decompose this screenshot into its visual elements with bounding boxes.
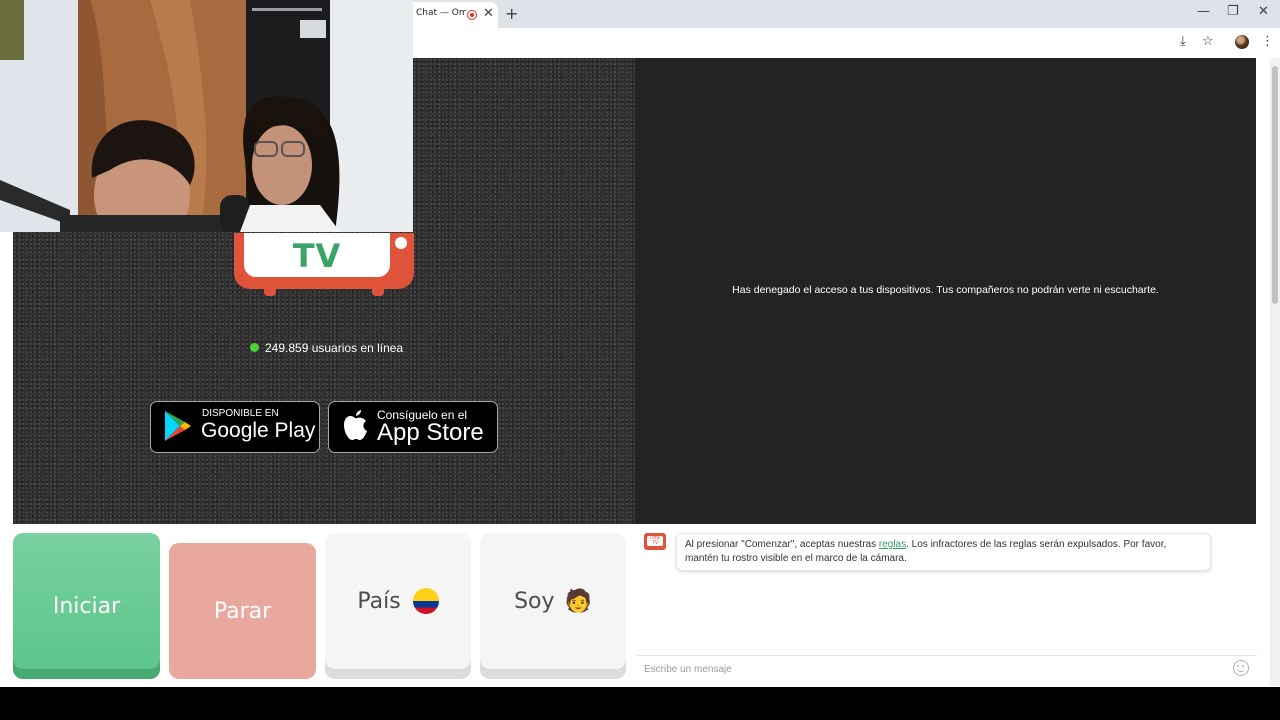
device-denied-message: Has denegado el acceso a tus dispositivo…	[732, 284, 1159, 296]
google-play-icon	[165, 411, 191, 441]
ometv-chat-logo-icon: Ome TV	[644, 533, 666, 550]
app-store-big-text: App Store	[377, 419, 484, 446]
camera-feed-image	[0, 0, 413, 232]
message-bar	[636, 655, 1257, 681]
colombia-flag-icon	[412, 588, 439, 614]
bookmark-star-icon[interactable]: ☆	[1202, 34, 1214, 49]
ometv-logo: TV	[234, 233, 414, 296]
chat-panel: Ome TV Al presionar "Comenzar", aceptas …	[636, 524, 1257, 686]
new-tab-button[interactable]: +	[505, 4, 518, 23]
scrollbar-thumb[interactable]	[1272, 66, 1278, 304]
browser-menu-icon[interactable]: ⋮	[1261, 34, 1274, 49]
tab-title: Chat — Ome	[416, 8, 466, 18]
apple-icon	[344, 410, 367, 440]
country-button[interactable]: País	[325, 533, 471, 669]
google-play-small-text: DISPONIBLE EN	[202, 408, 279, 419]
online-users-status: 249.859 usuarios en línea	[250, 341, 403, 355]
logo-knob	[395, 237, 407, 249]
gender-person-icon: 🧑	[564, 588, 592, 614]
profile-avatar[interactable]	[1235, 35, 1249, 49]
page-scrollbar[interactable]	[1270, 58, 1280, 686]
message-input[interactable]	[642, 660, 1226, 678]
emoji-icon[interactable]	[1233, 660, 1249, 676]
gender-label: Soy	[514, 588, 555, 614]
logo-leg	[264, 288, 276, 296]
rules-notice: Al presionar "Comenzar", aceptas nuestra…	[676, 533, 1211, 571]
stop-label: Parar	[213, 598, 272, 624]
logo-leg	[372, 288, 384, 296]
online-count: 249.859 usuarios en línea	[265, 341, 404, 355]
rules-link[interactable]: reglas	[879, 539, 906, 550]
self-camera-preview	[0, 0, 413, 232]
google-play-big-text: Google Play	[201, 419, 316, 442]
logo-screen: TV	[244, 233, 390, 277]
logo-text: TV	[292, 237, 342, 275]
google-play-button[interactable]: DISPONIBLE EN Google Play	[150, 401, 320, 453]
minimize-button[interactable]: —	[1197, 4, 1210, 19]
start-label: Iniciar	[52, 593, 121, 619]
app-store-button[interactable]: Consíguelo en el App Store	[328, 401, 498, 453]
install-app-icon[interactable]: ⤓	[1180, 34, 1186, 49]
stop-button[interactable]: Parar	[169, 543, 316, 679]
restore-button[interactable]: ❐	[1227, 4, 1239, 19]
country-label: País	[357, 588, 401, 614]
recording-icon	[467, 10, 477, 20]
tab-close-button[interactable]: ✕	[483, 6, 494, 21]
window-close-button[interactable]: ✕	[1258, 4, 1269, 19]
notice-text-before: Al presionar "Comenzar", aceptas nuestra…	[685, 539, 879, 550]
online-dot-icon	[250, 343, 259, 352]
taskbar	[0, 687, 1280, 720]
chat-logo-text: Ome TV	[647, 536, 663, 546]
remote-video-panel: Has denegado el acceso a tus dispositivo…	[635, 58, 1256, 524]
browser-tab[interactable]: Chat — Ome ✕	[406, 2, 498, 28]
gender-button[interactable]: Soy 🧑	[480, 533, 626, 669]
start-button[interactable]: Iniciar	[13, 533, 160, 679]
